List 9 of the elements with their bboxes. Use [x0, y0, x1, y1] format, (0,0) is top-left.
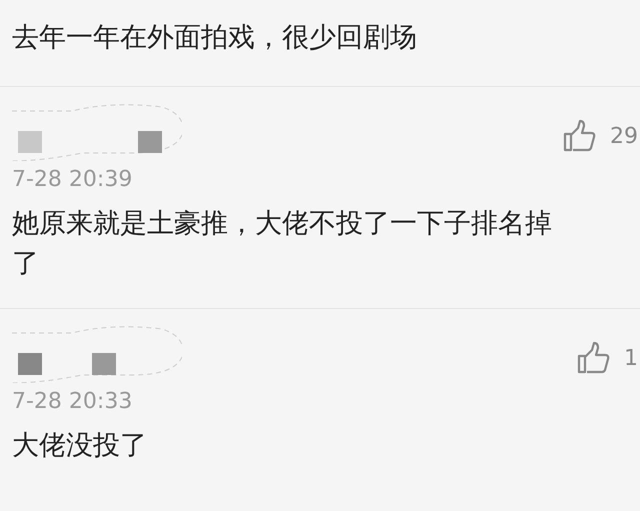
comment-text: 去年一年在外面拍戏，很少回剧场: [12, 21, 418, 55]
thumbs-up-icon[interactable]: [576, 341, 610, 375]
comment-time: 7-28 20:33: [12, 388, 132, 416]
like-count: 29: [610, 122, 639, 150]
comment-text: 大佬没投了: [12, 429, 148, 463]
comment-time: 7-28 20:39: [12, 166, 132, 194]
like-count: 1: [624, 344, 639, 372]
thumbs-up-icon[interactable]: [562, 119, 596, 153]
comment-text: 她原来就是土豪推，大佬不投了一下子排名掉了: [12, 207, 553, 281]
